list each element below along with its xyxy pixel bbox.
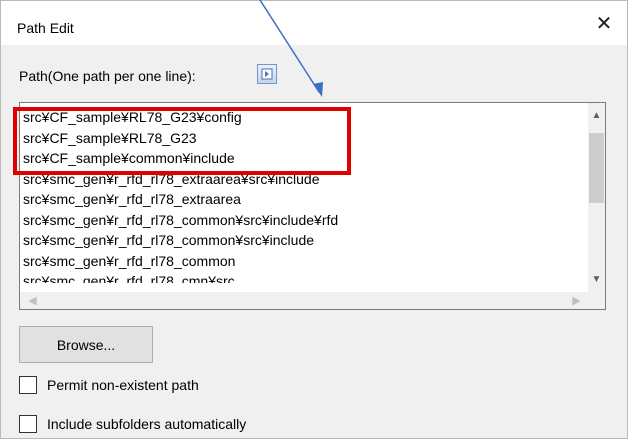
scroll-thumb[interactable] [589, 133, 604, 203]
permit-nonexistent-checkbox[interactable] [19, 376, 37, 394]
dialog-title: Path Edit [17, 20, 74, 36]
path-line[interactable]: src¥smc_gen¥r_rfd_rl78_common¥src¥includ… [23, 210, 593, 231]
browse-button[interactable]: Browse... [19, 326, 153, 363]
scroll-left-icon[interactable]: ◀ [24, 292, 41, 309]
path-list-icon[interactable] [257, 64, 277, 84]
permit-nonexistent-checkbox-row[interactable]: Permit non-existent path [19, 375, 199, 395]
path-edit-dialog: Path Edit ✕ Path(One path per one line):… [0, 0, 628, 439]
include-subfolders-checkbox[interactable] [19, 415, 37, 433]
highlight-box [13, 107, 351, 175]
close-icon[interactable]: ✕ [581, 1, 627, 45]
path-line[interactable]: src¥smc_gen¥r_rfd_rl78_extraarea [23, 189, 593, 210]
path-line[interactable]: src¥smc_gen¥r_rfd_rl78_common¥src¥includ… [23, 230, 593, 251]
permit-nonexistent-label: Permit non-existent path [47, 377, 199, 393]
horizontal-scrollbar[interactable]: ◀ ▶ [20, 292, 589, 309]
path-line[interactable]: src¥smc_gen¥r_rfd_rl78_cmn¥src [23, 271, 593, 283]
path-label: Path(One path per one line): [19, 68, 196, 84]
scroll-up-icon[interactable]: ▲ [588, 107, 605, 124]
scroll-down-icon[interactable]: ▼ [588, 271, 605, 288]
include-subfolders-label: Include subfolders automatically [47, 416, 247, 432]
scroll-right-icon[interactable]: ▶ [568, 292, 585, 309]
vertical-scrollbar[interactable]: ▲ ▼ [588, 103, 605, 292]
scrollbar-corner [588, 292, 605, 309]
include-subfolders-checkbox-row[interactable]: Include subfolders automatically [19, 414, 246, 434]
path-line[interactable]: src¥smc_gen¥r_rfd_rl78_common [23, 251, 593, 272]
title-bar: Path Edit ✕ [1, 1, 627, 45]
